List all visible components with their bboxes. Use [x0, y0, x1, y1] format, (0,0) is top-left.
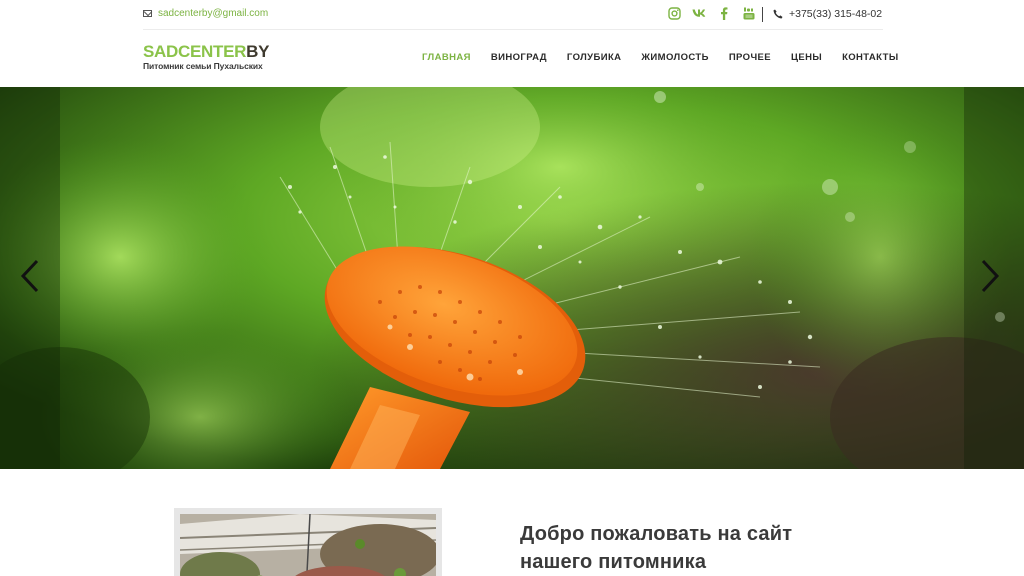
slider-prev-button[interactable]	[20, 259, 44, 299]
youtube-icon[interactable]	[742, 6, 756, 20]
email-text: sadcenterby@gmail.com	[158, 8, 269, 19]
slider-next-button[interactable]	[980, 259, 1004, 299]
hero-image	[0, 87, 1024, 469]
logo-brand-part1: SADCENTER	[143, 42, 247, 61]
chevron-left-icon	[20, 259, 39, 293]
top-bar: sadcenterby@gmail.com +375(33) 315-48-02	[0, 0, 1024, 30]
instagram-icon[interactable]	[667, 6, 681, 20]
nav-item-contacts[interactable]: КОНТАКТЫ	[832, 52, 908, 63]
facebook-icon[interactable]	[717, 6, 731, 20]
phone-text: +375(33) 315-48-02	[789, 8, 883, 20]
logo[interactable]: SADCENTERBY Питомник семьи Пухальских	[143, 43, 269, 72]
welcome-title-line1: Добро пожаловать на сайт	[520, 523, 793, 545]
welcome-title-line2: нашего питомника	[520, 551, 707, 573]
logo-brand-part2: BY	[246, 42, 270, 61]
nav-item-blueberry[interactable]: ГОЛУБИКА	[557, 52, 632, 63]
nav-item-prices[interactable]: ЦЕНЫ	[781, 52, 832, 63]
page: sadcenterby@gmail.com +375(33) 315-48-02	[0, 0, 1024, 576]
vk-icon[interactable]	[692, 6, 706, 20]
mail-icon	[143, 10, 152, 17]
phone-icon	[773, 9, 783, 19]
social-links	[667, 6, 756, 20]
nav-item-grapes[interactable]: ВИНОГРАД	[481, 52, 557, 63]
nav-item-honeysuckle[interactable]: ЖИМОЛОСТЬ	[631, 52, 718, 63]
top-divider	[762, 7, 763, 22]
nav-item-other[interactable]: ПРОЧЕЕ	[719, 52, 781, 63]
main-nav: ГЛАВНАЯ ВИНОГРАД ГОЛУБИКА ЖИМОЛОСТЬ ПРОЧ…	[412, 52, 909, 63]
phone-link[interactable]: +375(33) 315-48-02	[773, 8, 882, 20]
chevron-right-icon	[981, 259, 1000, 293]
nav-item-home[interactable]: ГЛАВНАЯ	[412, 52, 481, 63]
header: SADCENTERBY Питомник семьи Пухальских ГЛ…	[0, 30, 1024, 87]
hero-slider	[0, 87, 1024, 469]
welcome-title: Добро пожаловать на сайт нашего питомник…	[520, 520, 900, 576]
logo-brand: SADCENTERBY	[143, 43, 269, 61]
nursery-photo	[180, 514, 436, 576]
welcome-photo-frame	[174, 508, 442, 576]
email-link[interactable]: sadcenterby@gmail.com	[143, 8, 268, 19]
logo-tagline: Питомник семьи Пухальских	[143, 61, 263, 71]
